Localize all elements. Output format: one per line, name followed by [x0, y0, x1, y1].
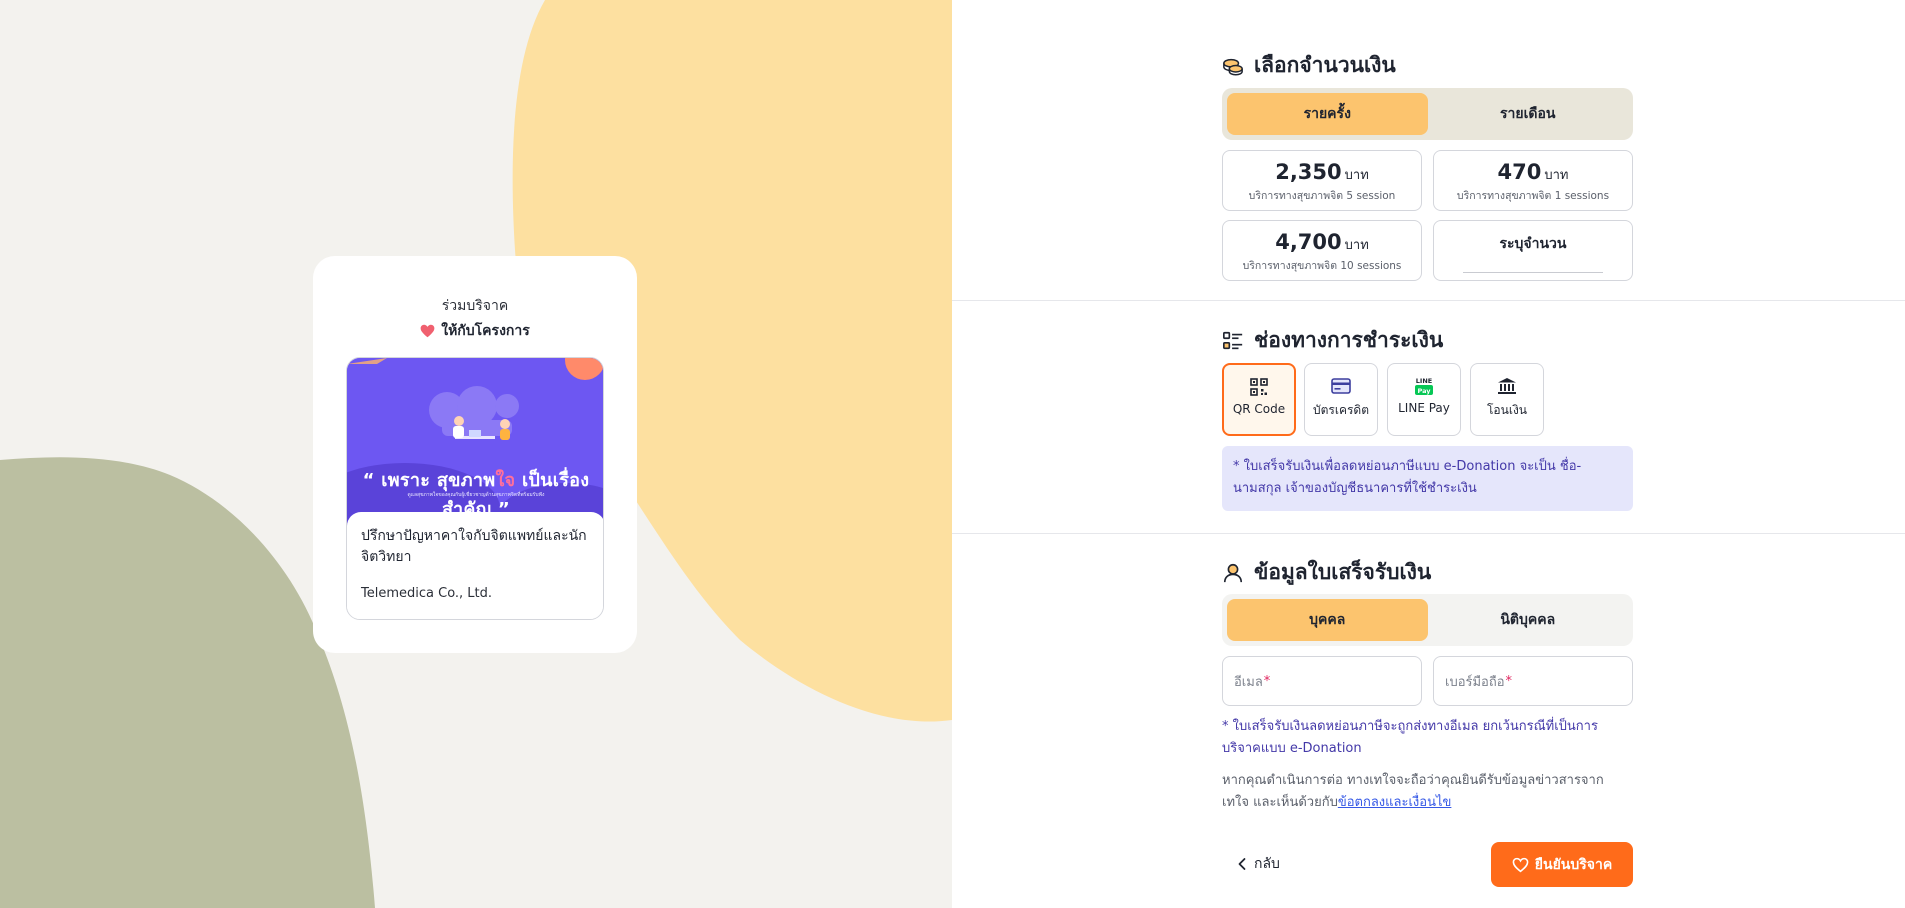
bank-icon — [1496, 376, 1518, 396]
tab-individual[interactable]: บุคคล — [1227, 599, 1428, 641]
svg-text:LINE: LINE — [1416, 377, 1432, 385]
heart-outline-icon — [1512, 857, 1529, 872]
svg-text:Pay: Pay — [1417, 387, 1431, 395]
receipt-section-heading: ข้อมูลใบเสร็จรับเงิน — [1222, 556, 1431, 589]
confirm-label: ยืนยันบริจาค — [1534, 856, 1613, 873]
qr-code-icon — [1248, 377, 1270, 397]
receipt-heading-text: ข้อมูลใบเสร็จรับเงิน — [1254, 560, 1432, 584]
coins-icon — [1223, 58, 1243, 75]
payment-method-bank-transfer[interactable]: โอนเงิน — [1470, 363, 1544, 436]
required-mark: * — [1263, 673, 1271, 689]
chevron-left-icon — [1238, 858, 1246, 870]
payment-heading-text: ช่องทางการชำระเงิน — [1254, 328, 1444, 352]
amount-option-470[interactable]: 470 บาท บริการทางสุขภาพจิต 1 sessions — [1433, 150, 1633, 211]
tab-one-time[interactable]: รายครั้ง — [1227, 93, 1428, 135]
banner-subtext: ดูแลสุขภาพใจของคุณกับผู้เชี่ยวชาญด้านสุข… — [407, 492, 545, 498]
amount-option-2350[interactable]: 2,350 บาท บริการทางสุขภาพจิต 5 session — [1222, 150, 1422, 211]
left-panel: ร่วมบริจาค ให้กับโครงการ “ เพราะ สุขภาพใ… — [0, 0, 952, 908]
amount-section-heading: เลือกจำนวนเงิน — [1222, 49, 1396, 82]
amount-value: 4,700 บาท — [1275, 230, 1369, 254]
project-info: ปรึกษาปัญหาคาใจกับจิตแพทย์และนักจิตวิทยา… — [347, 512, 603, 619]
project-organization: Telemedica Co., Ltd. — [361, 586, 493, 601]
donation-project-card: ร่วมบริจาค ให้กับโครงการ “ เพราะ สุขภาพใ… — [313, 256, 637, 653]
payment-method-credit-card[interactable]: บัตรเครดิต — [1304, 363, 1378, 436]
payment-method-label: QR Code — [1232, 402, 1286, 416]
project-banner-image: “ เพราะ สุขภาพใจ เป็นเรื่องสำคัญ ” ดูแลส… — [347, 358, 603, 528]
payment-section-heading: ช่องทางการชำระเงิน — [1222, 324, 1443, 357]
donation-form: เลือกจำนวนเงิน รายครั้ง รายเดือน 2,350 บา… — [952, 0, 1905, 908]
project-item[interactable]: “ เพราะ สุขภาพใจ เป็นเรื่องสำคัญ ” ดูแลส… — [346, 357, 604, 620]
consent-text: หากคุณดำเนินการต่อ ทางเทใจจะถือว่าคุณยิน… — [1222, 770, 1633, 814]
list-icon — [1223, 331, 1243, 349]
give-label-text: ให้กับโครงการ — [441, 323, 530, 339]
custom-amount-input[interactable]: ระบุจำนวน — [1433, 220, 1633, 281]
receipt-email-note: * ใบเสร็จรับเงินลดหย่อนภาษีจะถูกส่งทางอี… — [1222, 719, 1598, 756]
back-label: กลับ — [1254, 856, 1280, 872]
join-donation-label: ร่วมบริจาค — [441, 298, 509, 314]
phone-placeholder: เบอร์มือถือ — [1445, 674, 1505, 690]
amount-heading-text: เลือกจำนวนเงิน — [1254, 53, 1396, 77]
custom-amount-label: ระบุจำนวน — [1499, 236, 1567, 252]
heart-icon — [420, 324, 435, 338]
custom-amount-underline — [1463, 272, 1603, 273]
email-field[interactable]: อีเมล * — [1222, 656, 1422, 706]
section-divider — [952, 533, 1905, 534]
amount-option-4700[interactable]: 4,700 บาท บริการทางสุขภาพจิต 10 sessions — [1222, 220, 1422, 281]
phone-field[interactable]: เบอร์มือถือ * — [1433, 656, 1633, 706]
back-button[interactable]: กลับ — [1236, 853, 1280, 875]
user-icon — [1223, 563, 1243, 582]
terms-link[interactable]: ข้อตกลงและเงื่อนไข — [1338, 795, 1452, 810]
required-mark: * — [1505, 673, 1513, 689]
amount-description: บริการทางสุขภาพจิต 10 sessions — [1242, 260, 1402, 272]
amount-value: 470 บาท — [1497, 160, 1569, 184]
payment-method-label: LINE Pay — [1398, 401, 1450, 415]
donation-frequency-toggle: รายครั้ง รายเดือน — [1222, 88, 1633, 140]
email-placeholder: อีเมล — [1234, 674, 1263, 690]
confirm-donation-button[interactable]: ยืนยันบริจาค — [1491, 842, 1633, 887]
payment-method-label: โอนเงิน — [1486, 403, 1528, 417]
section-divider — [952, 300, 1905, 301]
payment-method-qr-code[interactable]: QR Code — [1222, 363, 1296, 436]
amount-value: 2,350 บาท — [1275, 160, 1369, 184]
amount-description: บริการทางสุขภาพจิต 5 session — [1248, 190, 1396, 202]
amount-description: บริการทางสุขภาพจิต 1 sessions — [1456, 190, 1610, 202]
tab-monthly[interactable]: รายเดือน — [1428, 93, 1629, 135]
receipt-type-toggle: บุคคล นิติบุคคล — [1222, 594, 1633, 646]
line-pay-icon: LINE Pay — [1413, 376, 1435, 396]
payment-method-label: บัตรเครดิต — [1312, 403, 1369, 417]
e-donation-note: * ใบเสร็จรับเงินเพื่อลดหย่อนภาษีแบบ e-Do… — [1222, 446, 1633, 511]
payment-method-line-pay[interactable]: LINE Pay LINE Pay — [1387, 363, 1461, 436]
tab-juristic-person[interactable]: นิติบุคคล — [1428, 599, 1629, 641]
give-to-project-label: ให้กับโครงการ — [313, 320, 637, 342]
credit-card-icon — [1330, 376, 1352, 396]
project-title: ปรึกษาปัญหาคาใจกับจิตแพทย์และนักจิตวิทยา — [361, 528, 587, 565]
